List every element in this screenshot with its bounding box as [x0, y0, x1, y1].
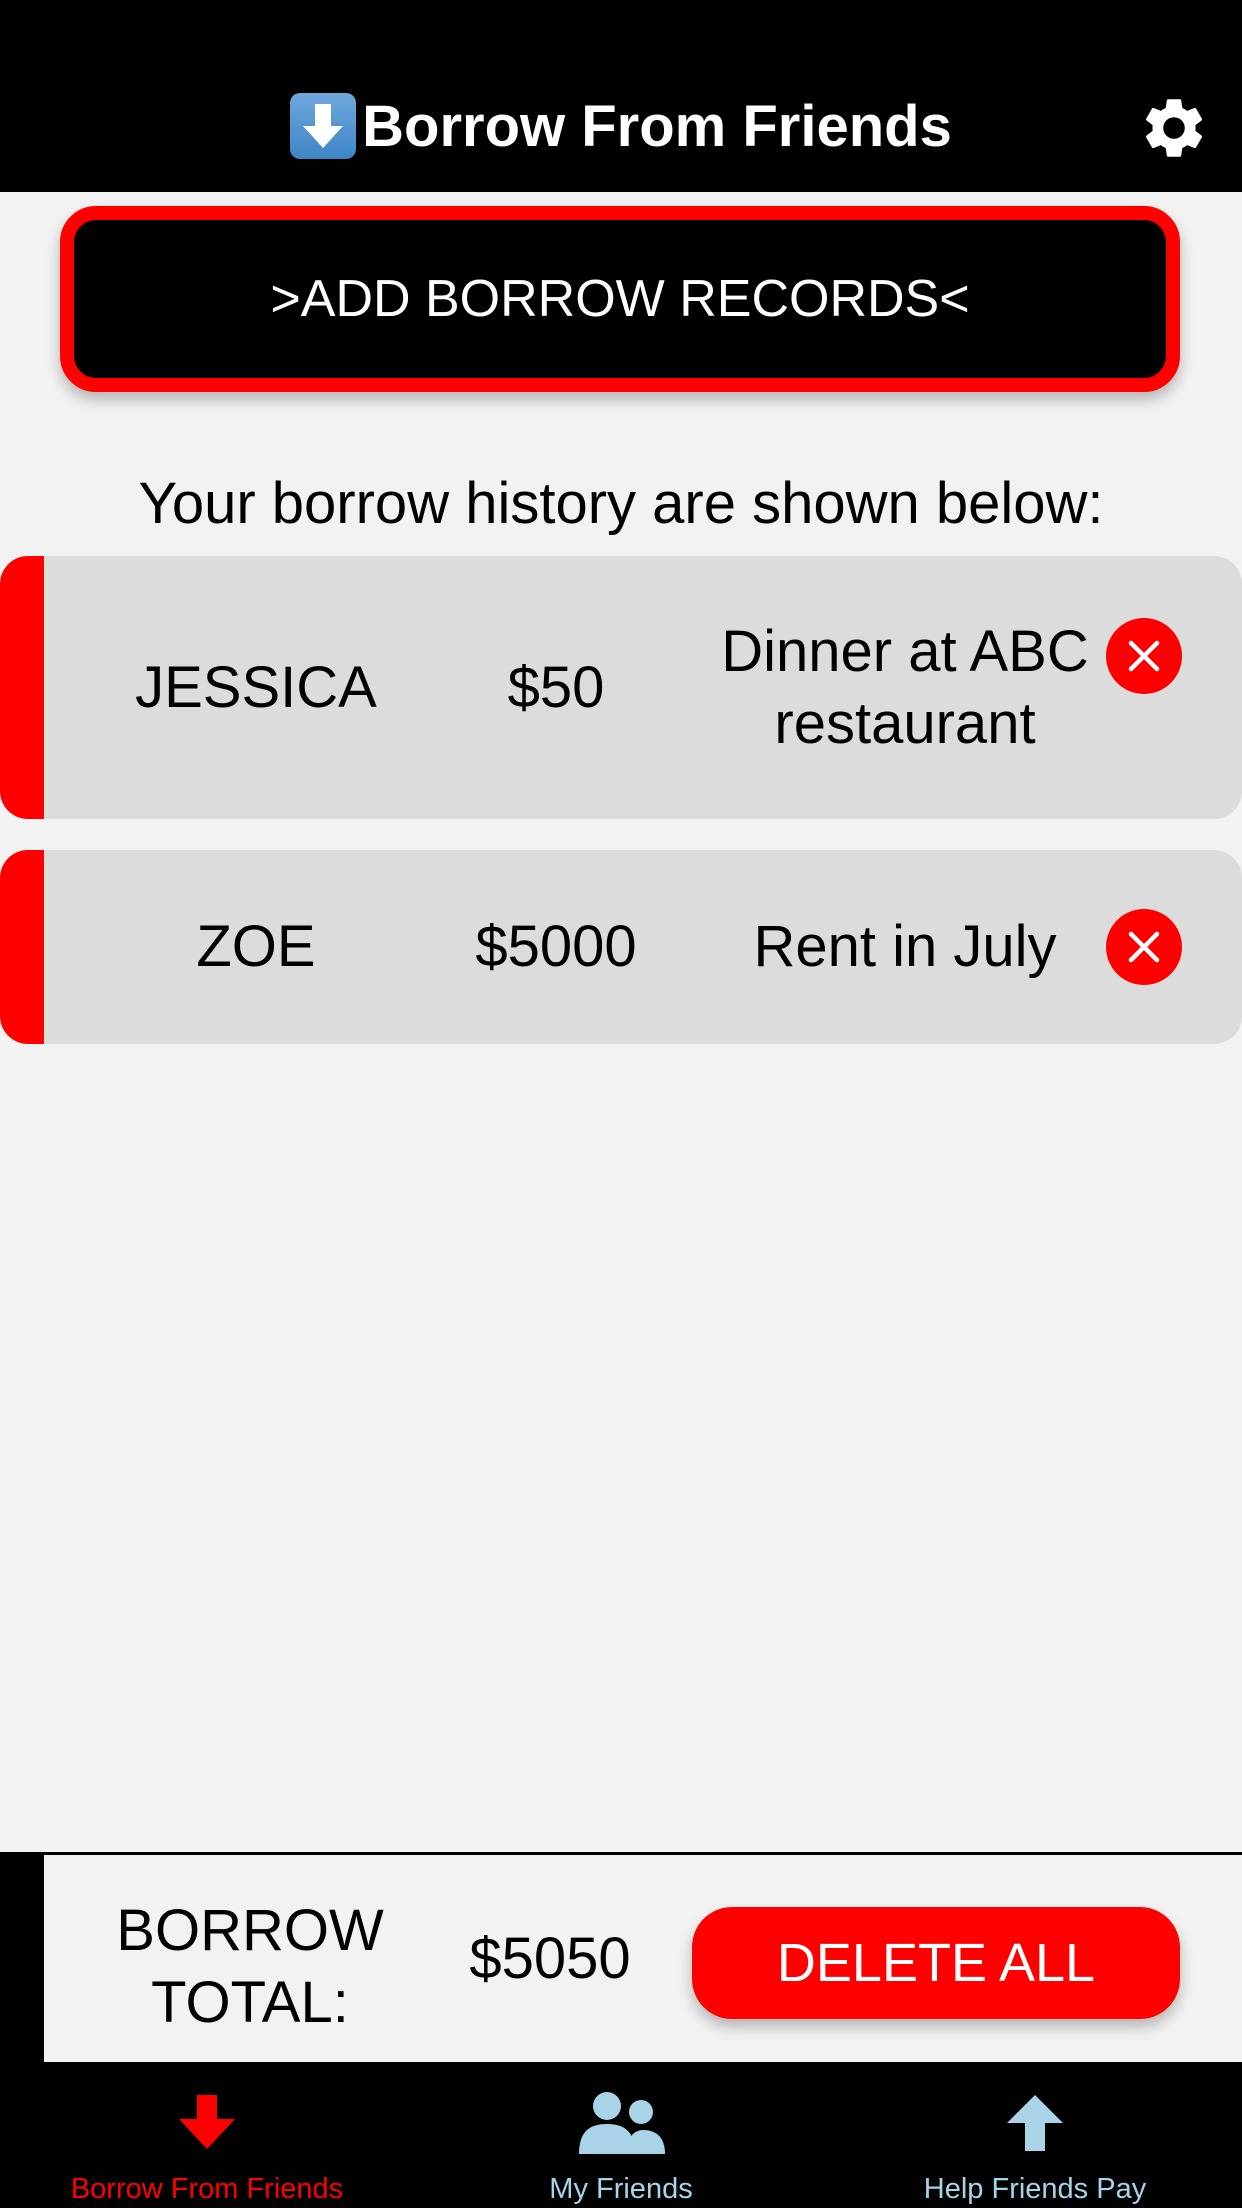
record-name: ZOE	[196, 914, 316, 979]
tab-label: Borrow From Friends	[70, 2173, 344, 2205]
record-accent-bar	[0, 556, 44, 819]
app-header: Borrow From Friends	[0, 0, 1242, 192]
record-accent-bar	[0, 850, 44, 1044]
history-label: Your borrow history are shown below:	[138, 471, 1104, 536]
record-amount: $5000	[475, 914, 637, 979]
tab-label: Help Friends Pay	[923, 2173, 1147, 2205]
tab-borrow-from-friends[interactable]: Borrow From Friends	[0, 2062, 414, 2208]
record-amount: $50	[507, 654, 605, 720]
up-arrow-icon	[987, 2088, 1083, 2158]
gear-icon	[1146, 99, 1203, 157]
delete-record-button[interactable]	[1106, 618, 1182, 694]
tab-bar: Borrow From Friends My Friends Help Frie…	[0, 2062, 1242, 2208]
borrow-total-bar: BORROW TOTAL: $5050 DELETE ALL	[0, 1852, 1242, 2062]
down-arrow-icon	[159, 2088, 255, 2158]
record-name: JESSICA	[135, 654, 377, 720]
record-description: Rent in July	[753, 914, 1057, 979]
borrow-record: JESSICA $50 Dinner at ABC restaurant	[0, 556, 1242, 819]
close-icon	[1128, 640, 1160, 672]
tab-my-friends[interactable]: My Friends	[414, 2062, 828, 2208]
borrow-total-label: BORROW TOTAL:	[116, 1898, 384, 2035]
tab-help-friends-pay[interactable]: Help Friends Pay	[828, 2062, 1242, 2208]
people-icon	[573, 2088, 669, 2158]
total-side-bar	[0, 1855, 44, 2062]
delete-all-button[interactable]: DELETE ALL	[692, 1907, 1180, 2019]
borrow-total-value: $5050	[469, 1926, 631, 1991]
close-icon	[1128, 931, 1160, 963]
page-title-text: Borrow From Friends	[362, 93, 952, 159]
add-borrow-records-button[interactable]: >ADD BORROW RECORDS<	[60, 206, 1180, 392]
tab-label: My Friends	[549, 2173, 693, 2205]
settings-button[interactable]	[1138, 92, 1210, 164]
delete-record-button[interactable]	[1106, 909, 1182, 985]
page-title: Borrow From Friends	[0, 88, 1242, 164]
record-description: Dinner at ABC restaurant	[721, 618, 1089, 756]
borrow-record: ZOE $5000 Rent in July	[0, 850, 1242, 1044]
down-arrow-emoji-icon	[290, 93, 357, 159]
